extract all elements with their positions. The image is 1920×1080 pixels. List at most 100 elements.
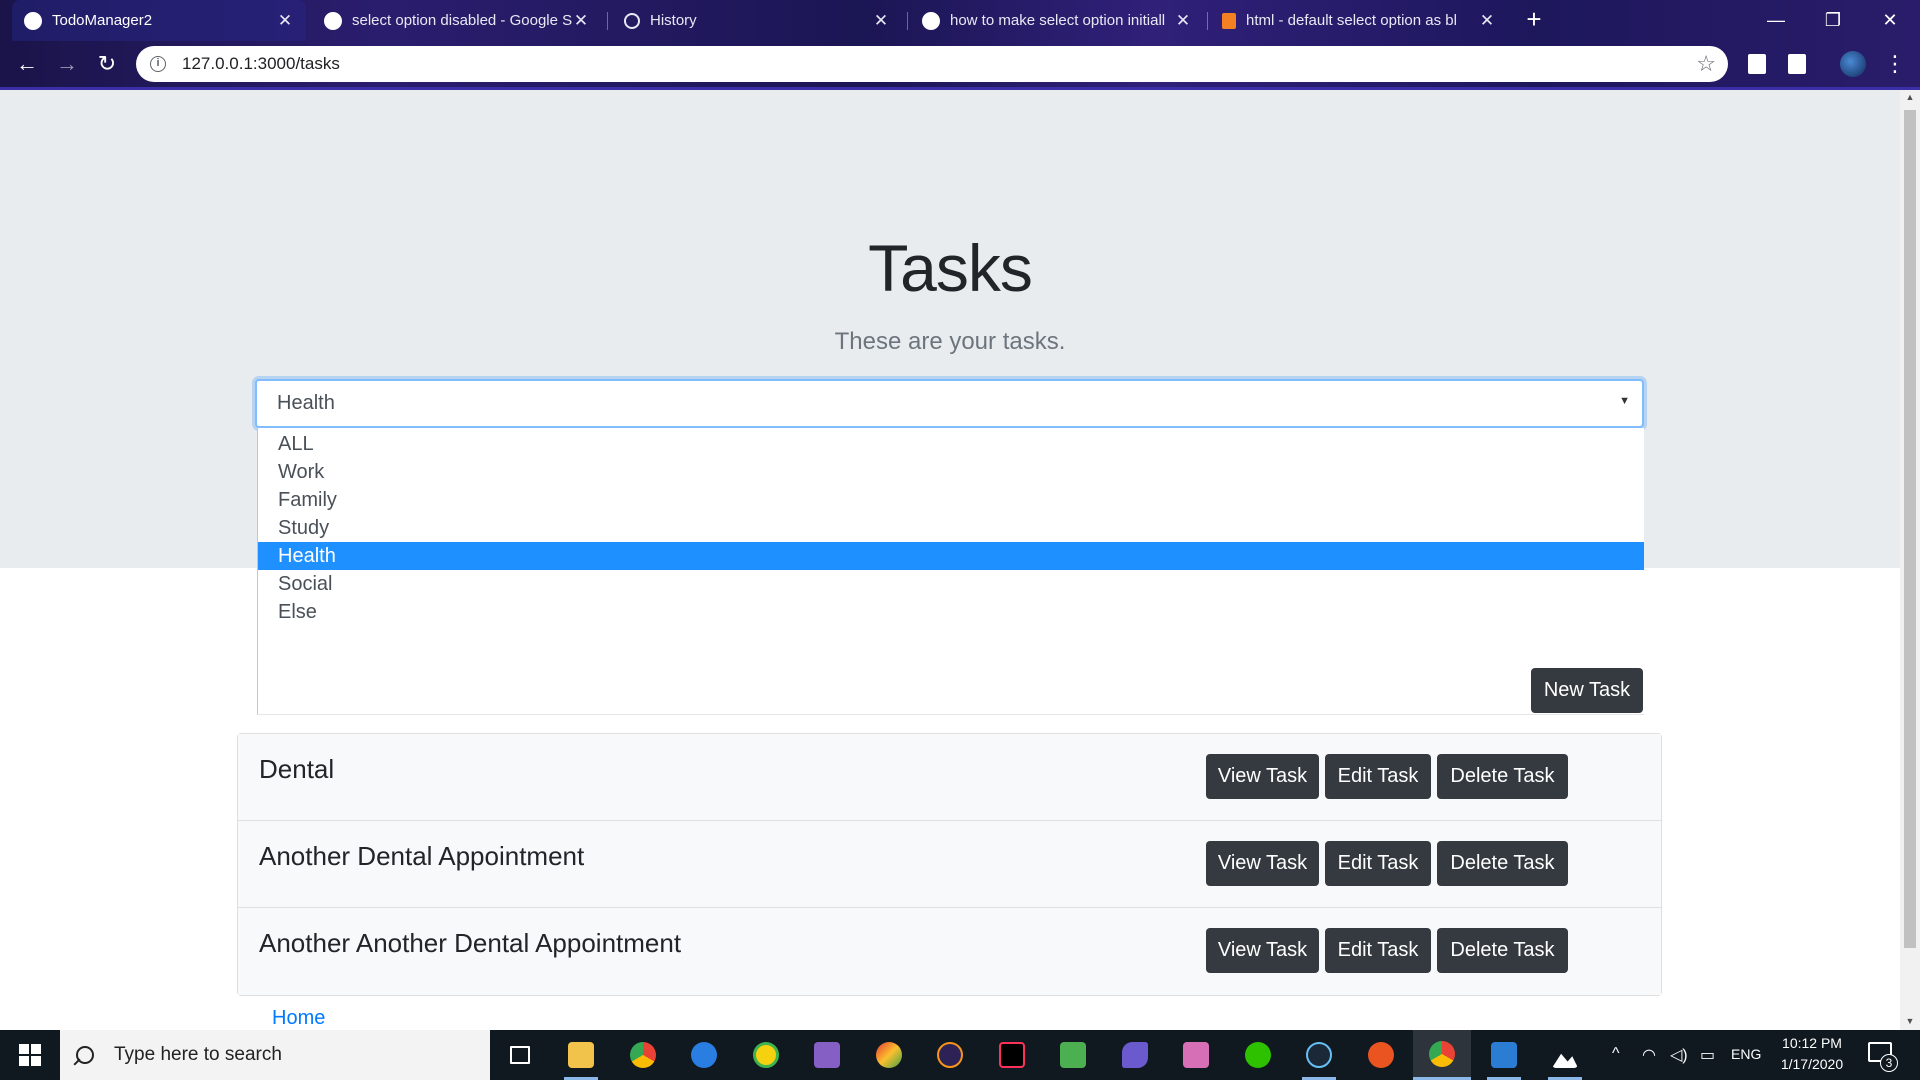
tab-close-icon[interactable]: ✕	[872, 11, 890, 31]
tab-close-icon[interactable]: ✕	[1478, 11, 1496, 31]
address-bar[interactable]: i 127.0.0.1:3000/tasks ☆	[136, 46, 1728, 82]
window-close-icon[interactable]: ✕	[1870, 4, 1910, 36]
tab-close-icon[interactable]: ✕	[1174, 11, 1192, 31]
start-button[interactable]	[0, 1030, 60, 1080]
sogou-icon[interactable]	[675, 1030, 733, 1080]
home-link[interactable]: Home	[272, 1007, 325, 1030]
reload-icon[interactable]: ↻	[92, 49, 122, 79]
app-yellow-green-icon[interactable]	[737, 1030, 795, 1080]
task-view-icon[interactable]	[491, 1030, 549, 1080]
edit-task-button[interactable]: Edit Task	[1325, 754, 1431, 799]
back-arrow-icon[interactable]: ←	[12, 49, 42, 79]
edit-task-button[interactable]: Edit Task	[1325, 928, 1431, 973]
app-stack-icon[interactable]	[1167, 1030, 1225, 1080]
tab-title: select option disabled - Google S	[352, 12, 572, 29]
tab-html-default-select-option[interactable]: html - default select option as bl ✕	[1210, 0, 1508, 41]
history-icon	[624, 12, 640, 29]
chrome-icon[interactable]	[614, 1030, 672, 1080]
scrollbar-thumb[interactable]	[1904, 110, 1916, 948]
tab-close-icon[interactable]: ✕	[276, 11, 294, 31]
category-dropdown-list: ALL Work Family Study Health Social Else	[257, 428, 1644, 715]
scroll-down-arrow-icon[interactable]: ▼	[1900, 1016, 1920, 1030]
profile-avatar[interactable]	[1840, 51, 1866, 77]
delete-task-button[interactable]: Delete Task	[1437, 841, 1568, 886]
option-work[interactable]: Work	[258, 458, 1644, 486]
edit-task-button[interactable]: Edit Task	[1325, 841, 1431, 886]
option-else[interactable]: Else	[258, 598, 1644, 626]
category-select[interactable]: Health ▼	[255, 379, 1644, 428]
task-actions: View Task Edit Task Delete Task	[1206, 841, 1568, 886]
option-all[interactable]: ALL	[258, 430, 1644, 458]
extension-reader-icon[interactable]	[1748, 54, 1766, 74]
app-colorful-icon[interactable]	[860, 1030, 918, 1080]
page-subtitle: These are your tasks.	[834, 328, 1066, 355]
show-hidden-icons-icon[interactable]: ^	[1612, 1045, 1620, 1063]
task-row: Another Another Dental Appointment View …	[238, 908, 1661, 995]
tab-select-option-disabled[interactable]: select option disabled - Google S ✕	[312, 0, 602, 41]
steam-icon[interactable]	[1290, 1030, 1348, 1080]
tab-title: html - default select option as bl	[1246, 12, 1457, 29]
search-placeholder: Type here to search	[114, 1044, 282, 1065]
select-value: Health	[277, 392, 335, 414]
clock-date[interactable]: 1/17/2020	[1778, 1056, 1846, 1072]
stackoverflow-favicon-icon	[1222, 12, 1236, 29]
taskbar-search[interactable]: Type here to search	[60, 1030, 490, 1080]
view-task-button[interactable]: View Task	[1206, 928, 1319, 973]
task-name: Dental	[259, 754, 335, 784]
forward-arrow-icon[interactable]: →	[52, 49, 82, 79]
google-favicon-icon	[324, 11, 342, 30]
tab-history[interactable]: History ✕	[612, 0, 902, 41]
wechat-icon[interactable]	[1229, 1030, 1287, 1080]
view-task-button[interactable]: View Task	[1206, 841, 1319, 886]
task-actions: View Task Edit Task Delete Task	[1206, 928, 1568, 973]
tab-todomanager2[interactable]: TodoManager2 ✕	[12, 0, 306, 41]
battery-icon[interactable]: ▭	[1700, 1045, 1715, 1065]
navigation-bar: ← → ↻ i 127.0.0.1:3000/tasks ☆ ⋮	[0, 41, 1920, 87]
ubuntu-icon[interactable]	[1352, 1030, 1410, 1080]
visual-studio-icon[interactable]	[798, 1030, 856, 1080]
option-study[interactable]: Study	[258, 514, 1644, 542]
delete-task-button[interactable]: Delete Task	[1437, 928, 1568, 973]
windows-logo-icon	[19, 1044, 41, 1066]
language-indicator[interactable]: ENG	[1731, 1046, 1761, 1062]
chrome-running-icon[interactable]	[1413, 1030, 1471, 1080]
restore-icon[interactable]: ❐	[1813, 4, 1853, 36]
volume-icon[interactable]: ◁)	[1670, 1045, 1688, 1065]
tab-close-icon[interactable]: ✕	[572, 11, 590, 31]
option-social[interactable]: Social	[258, 570, 1644, 598]
task-row: Dental View Task Edit Task Delete Task	[238, 734, 1661, 821]
view-task-button[interactable]: View Task	[1206, 754, 1319, 799]
dropdown-arrow-icon: ▼	[1619, 395, 1630, 407]
option-family[interactable]: Family	[258, 486, 1644, 514]
photos-icon[interactable]	[1536, 1030, 1594, 1080]
clock-time[interactable]: 10:12 PM	[1778, 1035, 1846, 1051]
delete-task-button[interactable]: Delete Task	[1437, 754, 1568, 799]
scroll-up-arrow-icon[interactable]: ▲	[1900, 92, 1920, 106]
intellij-icon[interactable]	[983, 1030, 1041, 1080]
app-bird-icon[interactable]	[1106, 1030, 1164, 1080]
browser-menu-icon[interactable]: ⋮	[1884, 49, 1906, 79]
tab-title: TodoManager2	[52, 12, 153, 29]
tab-separator	[607, 12, 608, 30]
eclipse-icon[interactable]	[921, 1030, 979, 1080]
chrome-favicon-icon	[24, 11, 42, 30]
network-icon[interactable]: ◠	[1642, 1045, 1656, 1065]
app-green-document-icon[interactable]	[1044, 1030, 1102, 1080]
page-scrollbar[interactable]: ▲ ▼	[1900, 90, 1920, 1030]
task-list: Dental View Task Edit Task Delete Task A…	[237, 733, 1662, 996]
address-url: 127.0.0.1:3000/tasks	[182, 54, 340, 73]
option-health[interactable]: Health	[258, 542, 1644, 570]
extension-translate-icon[interactable]	[1788, 54, 1806, 74]
tab-title: History	[650, 12, 697, 29]
tab-how-to-make-select-option[interactable]: how to make select option initiall ✕	[910, 0, 1204, 41]
word-icon[interactable]	[1475, 1030, 1533, 1080]
new-tab-icon[interactable]: +	[1520, 6, 1548, 34]
bookmark-star-icon[interactable]: ☆	[1696, 51, 1716, 77]
notification-count-badge: 3	[1880, 1054, 1898, 1072]
minimize-icon[interactable]: —	[1756, 4, 1796, 36]
site-info-icon[interactable]: i	[150, 56, 166, 72]
task-row: Another Dental Appointment View Task Edi…	[238, 821, 1661, 908]
file-explorer-icon[interactable]	[552, 1030, 610, 1080]
tab-separator	[907, 12, 908, 30]
new-task-button[interactable]: New Task	[1531, 668, 1643, 713]
